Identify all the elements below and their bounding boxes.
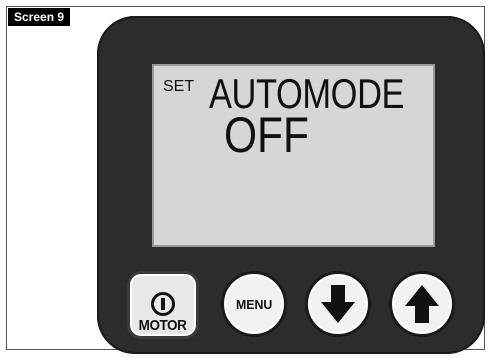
menu-button-label: MENU [235, 296, 273, 312]
lcd-line-2: OFF [224, 107, 309, 163]
arrow-down-icon [321, 285, 355, 323]
power-icon [151, 292, 175, 316]
motor-button[interactable]: MOTOR [127, 271, 199, 339]
menu-button[interactable]: MENU [221, 271, 287, 337]
lcd-prefix: SET [163, 78, 195, 95]
motor-button-label: MOTOR [139, 317, 187, 334]
up-button[interactable] [389, 271, 455, 337]
screen-label: Screen 9 [8, 8, 71, 26]
control-panel: SET AUTOMODE OFF MOTOR MENU [97, 16, 485, 354]
lcd-display: SET AUTOMODE OFF [152, 64, 435, 247]
down-button[interactable] [305, 271, 371, 337]
arrow-up-icon [405, 285, 439, 323]
